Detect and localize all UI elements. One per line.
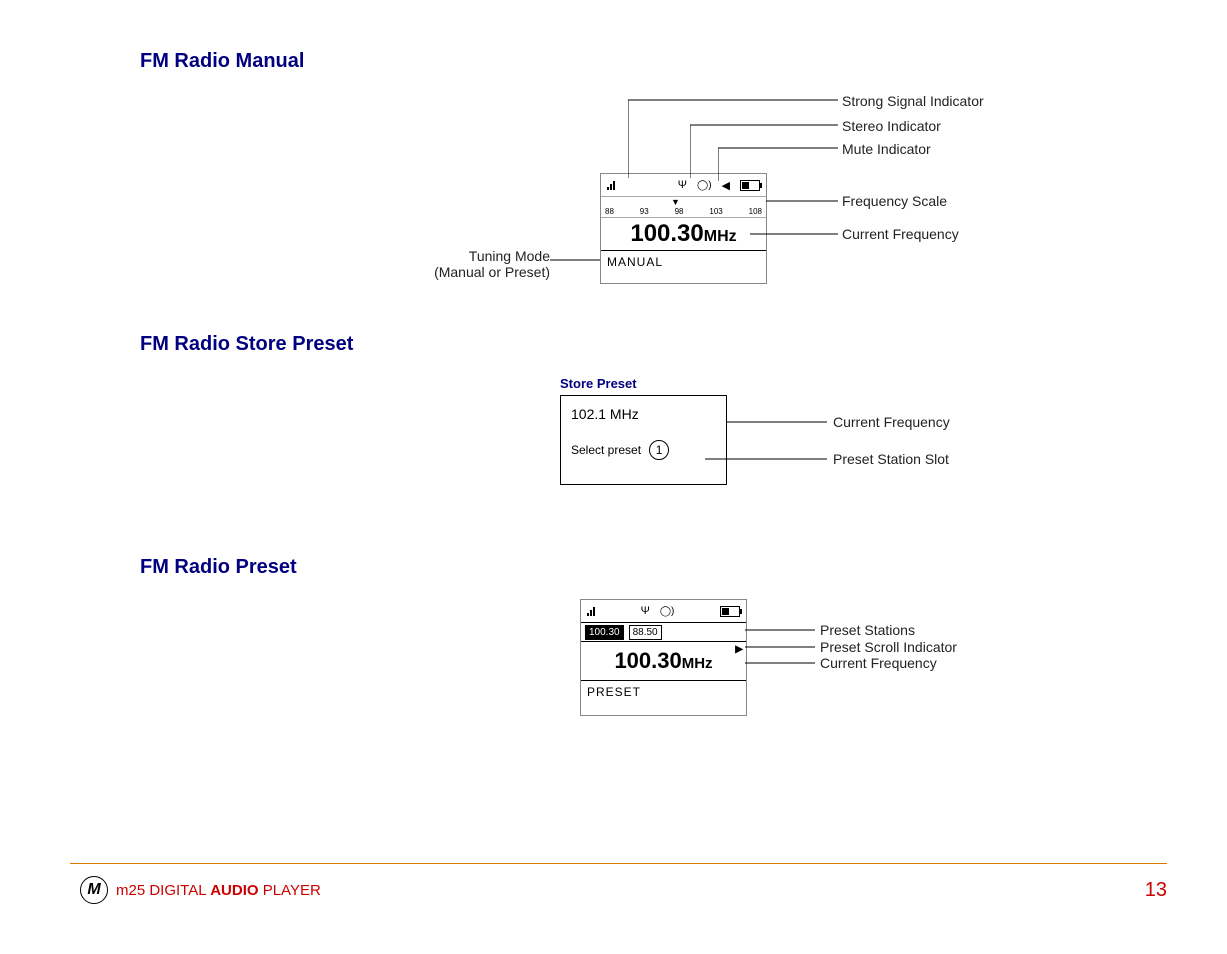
scale-tick: 88 bbox=[605, 207, 614, 216]
leader-line bbox=[745, 629, 815, 631]
battery-icon bbox=[720, 606, 740, 617]
frequency-value: 100.30 bbox=[614, 648, 681, 673]
callout-label: Tuning Mode bbox=[469, 248, 550, 264]
figure-fm-radio-preset: Ψ ◯) 100.30 88.50 ▶ 100.30MHz PRESET Pre… bbox=[560, 599, 1080, 739]
callout-label-sub: (Manual or Preset) bbox=[434, 264, 550, 280]
callout-scroll-indicator: Preset Scroll Indicator bbox=[820, 639, 957, 655]
leader-line bbox=[550, 253, 600, 273]
footer-rule bbox=[70, 863, 1167, 864]
leader-line bbox=[718, 141, 838, 186]
select-preset-label: Select preset bbox=[571, 443, 641, 457]
callout-mute: Mute Indicator bbox=[842, 141, 931, 157]
footer-left: M m25 DIGITAL AUDIO PLAYER bbox=[80, 876, 321, 904]
leader-line bbox=[727, 421, 827, 423]
callout-preset-slot: Preset Station Slot bbox=[833, 451, 949, 467]
scale-pointer-icon: ▼ bbox=[671, 197, 680, 207]
figure-fm-radio-manual: Ψ ◯) ◀ ▼ 88 93 98 103 108 100.30MHz MANU… bbox=[460, 93, 1160, 303]
leader-line bbox=[766, 200, 838, 202]
product-name: m25 DIGITAL AUDIO PLAYER bbox=[116, 882, 321, 899]
heading-fm-radio-preset: FM Radio Preset bbox=[140, 556, 1167, 579]
frequency-unit: MHz bbox=[682, 655, 713, 672]
preset-chip: 88.50 bbox=[629, 625, 662, 640]
store-frequency: 102.1 MHz bbox=[571, 406, 716, 422]
store-preset-title: Store Preset bbox=[560, 376, 1080, 391]
current-frequency-display: ▶ 100.30MHz bbox=[581, 642, 746, 680]
leader-line bbox=[705, 458, 827, 460]
preset-chip-selected: 100.30 bbox=[585, 625, 624, 640]
tuning-mode-display: PRESET bbox=[581, 680, 746, 703]
product-audio: AUDIO bbox=[210, 882, 258, 899]
leader-line bbox=[750, 233, 838, 235]
callout-tuning-mode: Tuning Mode (Manual or Preset) bbox=[420, 248, 550, 280]
figure-store-preset: Store Preset 102.1 MHz Select preset 1 C… bbox=[560, 376, 1080, 526]
scale-tick: 98 bbox=[675, 207, 684, 216]
store-preset-box: 102.1 MHz Select preset 1 bbox=[560, 395, 727, 485]
signal-strength-icon bbox=[587, 606, 595, 616]
scale-tick: 93 bbox=[640, 207, 649, 216]
frequency-value: 100.30 bbox=[630, 220, 703, 247]
motorola-logo-icon: M bbox=[80, 876, 108, 904]
scale-tick: 108 bbox=[749, 207, 762, 216]
callout-strong-signal: Strong Signal Indicator bbox=[842, 93, 984, 109]
callout-current-frequency: Current Frequency bbox=[820, 655, 937, 671]
page-number: 13 bbox=[1145, 879, 1167, 902]
product-prefix: m25 DIGITAL bbox=[116, 882, 210, 899]
scale-tick: 103 bbox=[709, 207, 722, 216]
callout-preset-stations: Preset Stations bbox=[820, 622, 915, 638]
heading-fm-radio-store-preset: FM Radio Store Preset bbox=[140, 333, 1167, 356]
tuning-mode-display: MANUAL bbox=[601, 250, 766, 273]
callout-current-frequency: Current Frequency bbox=[842, 226, 959, 242]
preset-slot-number: 1 bbox=[649, 440, 669, 460]
signal-strength-icon bbox=[607, 180, 615, 190]
page-footer: M m25 DIGITAL AUDIO PLAYER 13 bbox=[80, 876, 1167, 904]
heading-fm-radio-manual: FM Radio Manual bbox=[140, 50, 1167, 73]
callout-current-frequency: Current Frequency bbox=[833, 414, 950, 430]
lcd-manual: Ψ ◯) ◀ ▼ 88 93 98 103 108 100.30MHz MANU… bbox=[600, 173, 767, 284]
leader-line bbox=[745, 646, 815, 648]
current-frequency-display: 100.30MHz bbox=[601, 218, 766, 250]
preset-stations-row: 100.30 88.50 bbox=[581, 622, 746, 642]
frequency-scale: ▼ 88 93 98 103 108 bbox=[601, 196, 766, 218]
store-select-row: Select preset 1 bbox=[571, 440, 716, 460]
product-suffix: PLAYER bbox=[259, 882, 321, 899]
stereo-icon: ◯) bbox=[660, 606, 675, 617]
leader-line bbox=[745, 662, 815, 664]
callout-frequency-scale: Frequency Scale bbox=[842, 193, 947, 209]
lcd-icon-row: Ψ ◯) bbox=[581, 600, 746, 622]
lcd-preset: Ψ ◯) 100.30 88.50 ▶ 100.30MHz PRESET bbox=[580, 599, 747, 716]
antenna-icon: Ψ bbox=[641, 605, 650, 617]
scroll-indicator-icon: ▶ bbox=[735, 644, 743, 655]
callout-stereo: Stereo Indicator bbox=[842, 118, 941, 134]
frequency-unit: MHz bbox=[704, 228, 737, 245]
